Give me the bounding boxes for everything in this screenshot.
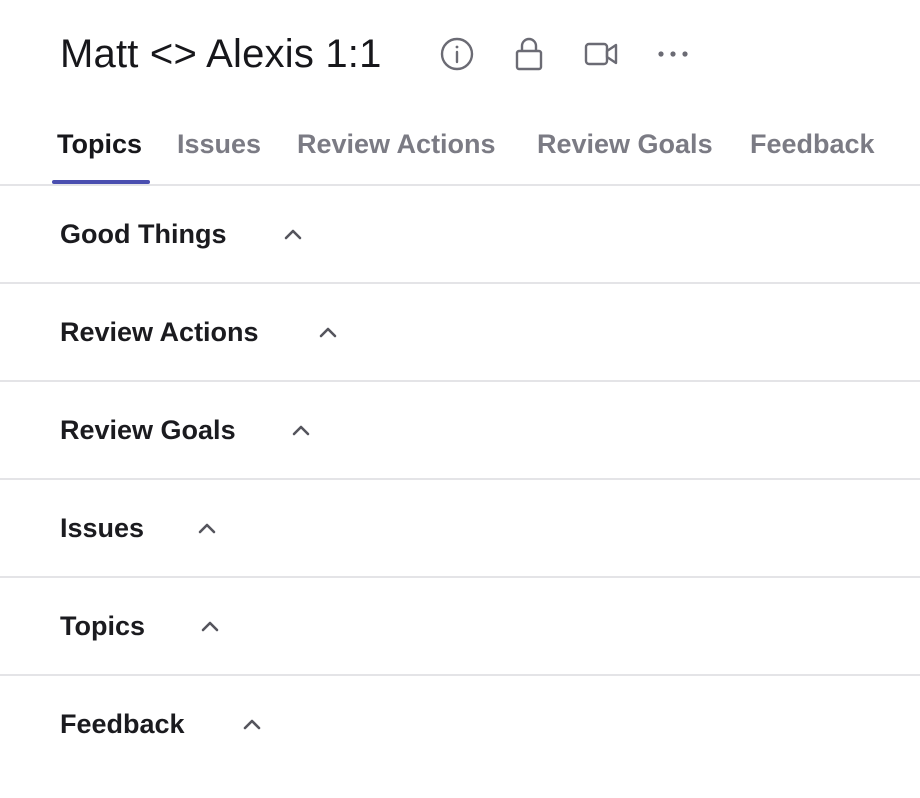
video-icon[interactable] bbox=[583, 36, 619, 72]
section-review-goals[interactable]: Review Goals bbox=[0, 382, 920, 480]
info-icon[interactable] bbox=[439, 36, 475, 72]
section-title: Good Things bbox=[60, 219, 227, 249]
tab-bar: Topics Issues Review Actions Review Goal… bbox=[0, 110, 920, 186]
section-good-things[interactable]: Good Things bbox=[0, 186, 920, 284]
active-tab-indicator bbox=[52, 180, 150, 184]
more-icon[interactable] bbox=[655, 36, 691, 72]
chevron-up-icon[interactable] bbox=[240, 712, 264, 736]
meeting-header: Matt <> Alexis 1:1 bbox=[0, 0, 920, 110]
tab-issues[interactable]: Issues bbox=[177, 127, 261, 161]
tab-review-goals[interactable]: Review Goals bbox=[537, 127, 713, 161]
tab-review-actions[interactable]: Review Actions bbox=[297, 127, 496, 161]
section-title: Topics bbox=[60, 611, 146, 641]
chevron-up-icon[interactable] bbox=[195, 516, 219, 540]
tab-topics[interactable]: Topics bbox=[57, 127, 142, 161]
section-review-actions[interactable]: Review Actions bbox=[0, 284, 920, 382]
chevron-up-icon[interactable] bbox=[281, 222, 305, 246]
section-feedback[interactable]: Feedback bbox=[0, 676, 920, 772]
section-title: Review Actions bbox=[60, 317, 259, 347]
chevron-up-icon[interactable] bbox=[289, 418, 313, 442]
section-title: Issues bbox=[60, 513, 145, 543]
section-title: Review Goals bbox=[60, 415, 236, 445]
lock-icon[interactable] bbox=[511, 36, 547, 72]
chevron-up-icon[interactable] bbox=[316, 320, 340, 344]
tab-feedback[interactable]: Feedback bbox=[750, 127, 875, 161]
page-title: Matt <> Alexis 1:1 bbox=[60, 32, 382, 76]
topic-sections: Good Things Review Actions Review Goals … bbox=[0, 186, 920, 772]
section-title: Feedback bbox=[60, 709, 185, 739]
chevron-up-icon[interactable] bbox=[198, 614, 222, 638]
section-topics[interactable]: Topics bbox=[0, 578, 920, 676]
section-issues[interactable]: Issues bbox=[0, 480, 920, 578]
